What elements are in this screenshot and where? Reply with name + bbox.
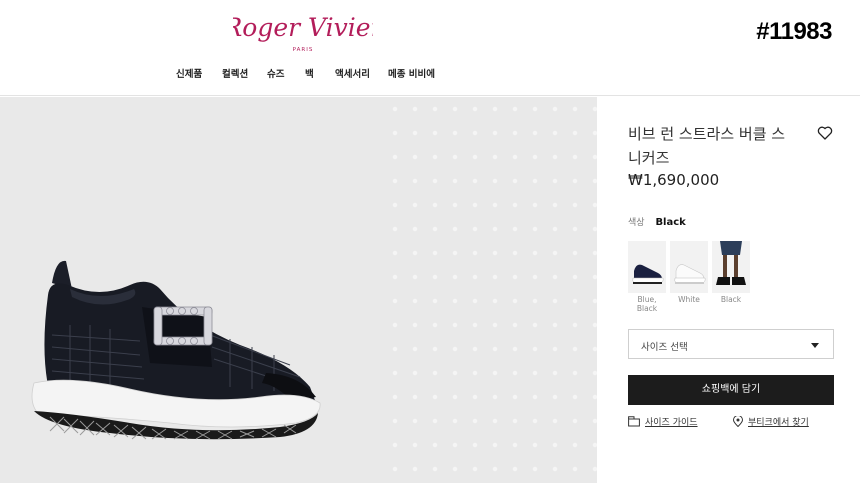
add-to-cart-button[interactable]: 쇼핑백에 담기 — [628, 375, 834, 405]
black-sneaker-worn-thumbnail — [712, 241, 750, 293]
sneaker-image — [31, 260, 321, 440]
nav-item-shoes[interactable]: 슈즈 — [267, 66, 284, 80]
swatch-black-selected[interactable] — [712, 241, 750, 293]
logo-wordmark-icon: Roger Vivier PARIS — [222, 13, 384, 53]
svg-text:PARIS: PARIS — [293, 47, 314, 53]
product-title-line-2: 니커즈 — [628, 149, 670, 167]
swatch-label-white: White — [678, 295, 700, 304]
ruler-icon — [628, 416, 640, 427]
product-price: ₩1,690,000 — [628, 171, 720, 189]
nav-item-accessories[interactable]: 액세서리 — [335, 66, 370, 80]
size-select[interactable]: 사이즈 선택 — [628, 329, 834, 359]
background-pattern — [385, 97, 597, 483]
brand-logo[interactable]: Roger Vivier PARIS — [222, 6, 384, 56]
product-title: 비브 런 스트라스 버클 스 니커즈 — [628, 122, 808, 170]
color-label: 색상 — [628, 218, 645, 228]
svg-text:Roger Vivier: Roger Vivier — [233, 13, 373, 42]
product-details-panel: 비브 런 스트라스 버클 스 니커즈 ₩1,690,000 색상 Black B… — [597, 97, 860, 483]
swatch-label-blue-black: Blue, Black — [636, 295, 658, 313]
size-guide-link[interactable]: 사이즈 가이드 — [645, 415, 698, 428]
size-select-placeholder: 사이즈 선택 — [641, 342, 688, 353]
blue-sneaker-thumbnail — [628, 241, 666, 293]
nav-item-maison[interactable]: 메종 비비에 — [388, 66, 435, 80]
nav-item-new[interactable]: 신제품 — [176, 66, 202, 80]
chevron-down-icon — [811, 343, 819, 348]
find-boutique-link[interactable]: 부티크에서 찾기 — [748, 415, 809, 428]
swatch-blue-black[interactable] — [628, 241, 666, 293]
swatch-white[interactable] — [670, 241, 708, 293]
color-value: Black — [655, 217, 686, 228]
site-header: Roger Vivier PARIS #11983 신제품 컬렉션 슈즈 백 액… — [0, 0, 860, 96]
product-image[interactable] — [0, 97, 597, 483]
location-pin-icon — [732, 416, 744, 427]
product-title-line-1: 비브 런 스트라스 버클 스 — [628, 125, 786, 143]
main-nav: 신제품 컬렉션 슈즈 백 액세서리 메종 비비에 — [0, 66, 600, 82]
nav-item-collection[interactable]: 컬렉션 — [222, 66, 248, 80]
product-links: 사이즈 가이드 부티크에서 찾기 — [628, 415, 834, 431]
nav-item-bags[interactable]: 백 — [305, 66, 314, 80]
color-row: 색상 Black — [628, 215, 686, 228]
color-swatches: Blue, Black White Black — [628, 241, 758, 313]
watermark-id: #11983 — [756, 18, 832, 45]
swatch-label-black: Black — [720, 295, 742, 304]
white-sneaker-thumbnail — [670, 241, 708, 293]
heart-outline-icon[interactable] — [817, 125, 833, 141]
